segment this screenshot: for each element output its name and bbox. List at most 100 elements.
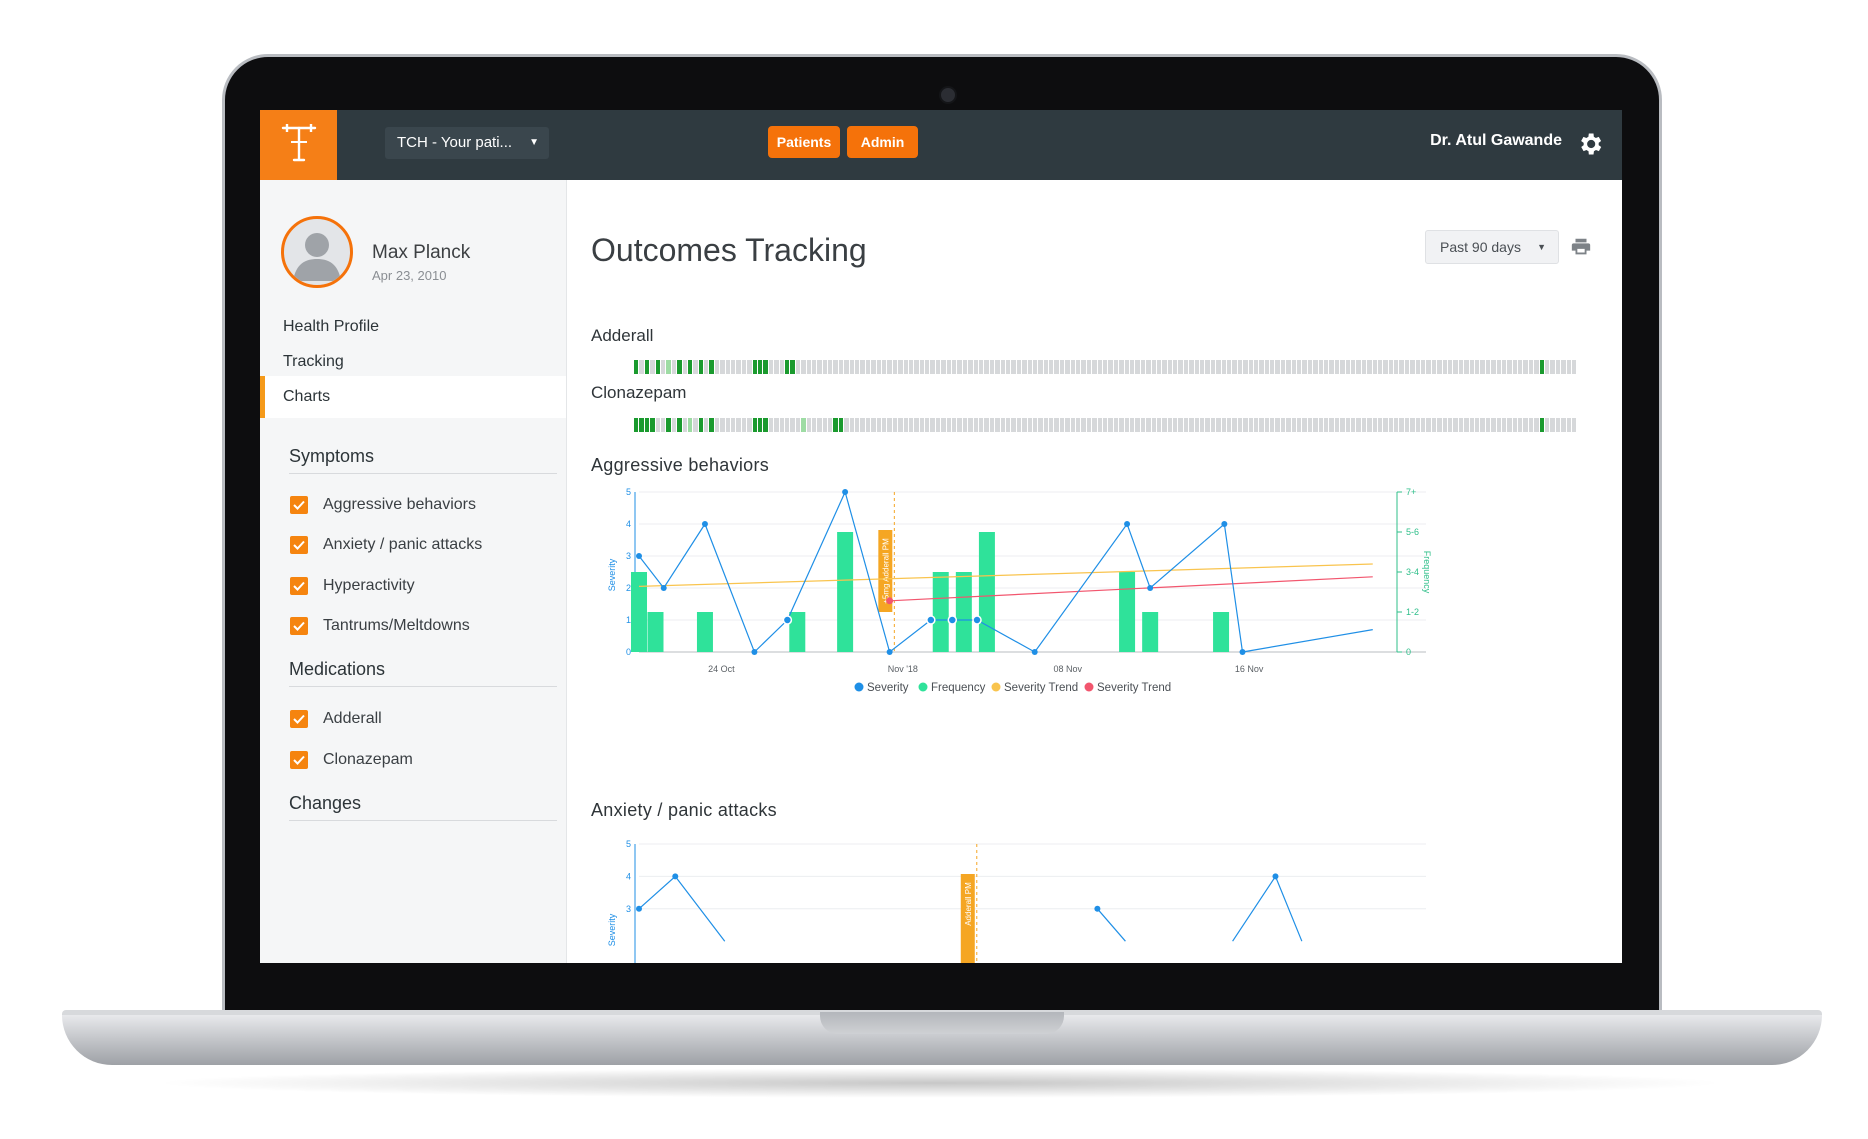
- symptom-checkbox-item[interactable]: Anxiety / panic attacks: [290, 536, 482, 554]
- adherence-day-cell: [1243, 418, 1248, 432]
- medication-checkbox-item[interactable]: Adderall: [290, 710, 382, 728]
- adherence-day-cell: [1043, 418, 1049, 432]
- frequency-bar: [1213, 612, 1230, 652]
- adherence-day-cell: [687, 418, 693, 432]
- user-name[interactable]: Dr. Atul Gawande: [1430, 132, 1562, 150]
- symptoms-heading: Symptoms: [289, 446, 557, 474]
- adherence-day-cell: [1205, 418, 1210, 432]
- adherence-day-cell: [1280, 360, 1286, 374]
- adherence-day-cell: [731, 418, 736, 432]
- adherence-day-cell: [666, 360, 671, 374]
- adherence-day-cell: [1200, 418, 1205, 432]
- x-tick-label: 08 Nov: [1053, 664, 1082, 674]
- checkbox-checked-icon[interactable]: [290, 617, 308, 635]
- adherence-day-cell: [1226, 360, 1232, 374]
- sidebar-item-charts[interactable]: Charts: [260, 376, 566, 418]
- adherence-day-cell: [666, 418, 671, 432]
- adherence-day-cell: [1453, 418, 1458, 432]
- adherence-day-cell: [1313, 360, 1318, 374]
- medication-checkbox-item[interactable]: Clonazepam: [290, 751, 413, 769]
- severity-point: [636, 905, 642, 912]
- adherence-day-cell: [1146, 418, 1151, 432]
- adherence-bar: [634, 360, 1577, 374]
- adherence-day-cell: [881, 418, 887, 432]
- adherence-day-cell: [1081, 418, 1086, 432]
- adherence-day-cell: [860, 418, 865, 432]
- adherence-day-cell: [876, 418, 881, 432]
- y-tick-label: 4: [626, 871, 631, 881]
- adherence-day-cell: [855, 360, 860, 374]
- adherence-day-cell: [1410, 360, 1415, 374]
- adherence-day-cell: [860, 360, 865, 374]
- adherence-day-cell: [822, 418, 828, 432]
- adherence-day-cell: [908, 360, 914, 374]
- adherence-day-cell: [1070, 360, 1076, 374]
- frequency-bar: [631, 572, 647, 652]
- medication-adherence-label: Adderall: [591, 326, 654, 345]
- adherence-day-cell: [1394, 418, 1399, 432]
- adherence-day-cell: [1421, 418, 1426, 432]
- y2-tick-label: 7+: [1406, 487, 1416, 497]
- checkbox-checked-icon[interactable]: [290, 496, 308, 514]
- adherence-day-cell: [795, 418, 801, 432]
- adherence-day-cell: [1464, 360, 1469, 374]
- adherence-day-cell: [968, 418, 973, 432]
- adherence-day-cell: [1453, 360, 1458, 374]
- date-range-dropdown[interactable]: Past 90 days ▼: [1425, 230, 1559, 264]
- adherence-day-cell: [871, 360, 876, 374]
- adherence-day-cell: [1032, 360, 1038, 374]
- adherence-day-cell: [1194, 360, 1200, 374]
- top-navbar: TCH - Your pati... ▼ Patients Admin Dr. …: [260, 110, 1622, 180]
- print-icon[interactable]: [1570, 236, 1592, 258]
- legend-swatch: [1084, 682, 1094, 692]
- y-axis-label: Severity: [607, 913, 617, 946]
- adherence-day-cell: [919, 360, 925, 374]
- checkbox-checked-icon[interactable]: [290, 536, 308, 554]
- admin-button[interactable]: Admin: [847, 126, 918, 158]
- adherence-day-cell: [1135, 418, 1140, 432]
- clinic-selector[interactable]: TCH - Your pati... ▼: [385, 127, 549, 159]
- checkbox-checked-icon[interactable]: [290, 710, 308, 728]
- adherence-day-cell: [1162, 360, 1167, 374]
- symptom-checkbox-item[interactable]: Aggressive behaviors: [290, 496, 476, 514]
- adherence-day-cell: [1027, 360, 1032, 374]
- adherence-day-cell: [1318, 418, 1323, 432]
- symptom-label: Anxiety / panic attacks: [323, 536, 483, 553]
- symptom-checkbox-item[interactable]: Hyperactivity: [290, 577, 415, 595]
- adherence-day-cell: [979, 418, 984, 432]
- adherence-day-cell: [855, 418, 860, 432]
- adherence-day-cell: [1367, 360, 1372, 374]
- y-tick-label: 3: [626, 551, 631, 561]
- severity-point: [782, 615, 793, 625]
- adherence-day-cell: [1183, 360, 1189, 374]
- symptom-checkbox-item[interactable]: Tantrums/Meltdowns: [290, 617, 470, 635]
- adherence-day-cell: [1011, 418, 1016, 432]
- checkbox-checked-icon[interactable]: [290, 751, 308, 769]
- adherence-day-cell: [1437, 418, 1442, 432]
- adherence-day-cell: [979, 360, 984, 374]
- gear-icon[interactable]: [1576, 130, 1604, 158]
- adherence-day-cell: [1243, 360, 1248, 374]
- adherence-day-cell: [1534, 418, 1539, 432]
- adherence-day-cell: [1038, 418, 1043, 432]
- adherence-day-cell: [1426, 360, 1431, 374]
- adherence-day-cell: [1097, 418, 1102, 432]
- x-tick-label: Nov '18: [888, 664, 918, 674]
- adherence-day-cell: [1065, 360, 1070, 374]
- checkbox-checked-icon[interactable]: [290, 577, 308, 595]
- patients-button[interactable]: Patients: [768, 126, 840, 158]
- legend-swatch: [918, 682, 928, 692]
- adherence-day-cell: [871, 418, 876, 432]
- frequency-bar: [932, 572, 949, 652]
- y-tick-label: 1: [626, 615, 631, 625]
- adherence-day-cell: [1135, 360, 1140, 374]
- adherence-day-cell: [925, 360, 930, 374]
- app-logo[interactable]: [260, 110, 337, 180]
- webcam: [939, 86, 957, 104]
- changes-heading: Changes: [289, 793, 557, 821]
- avatar[interactable]: [281, 216, 353, 288]
- adherence-day-cell: [1081, 360, 1086, 374]
- adherence-day-cell: [903, 360, 908, 374]
- adherence-day-cell: [1119, 360, 1124, 374]
- adherence-day-cell: [930, 418, 935, 432]
